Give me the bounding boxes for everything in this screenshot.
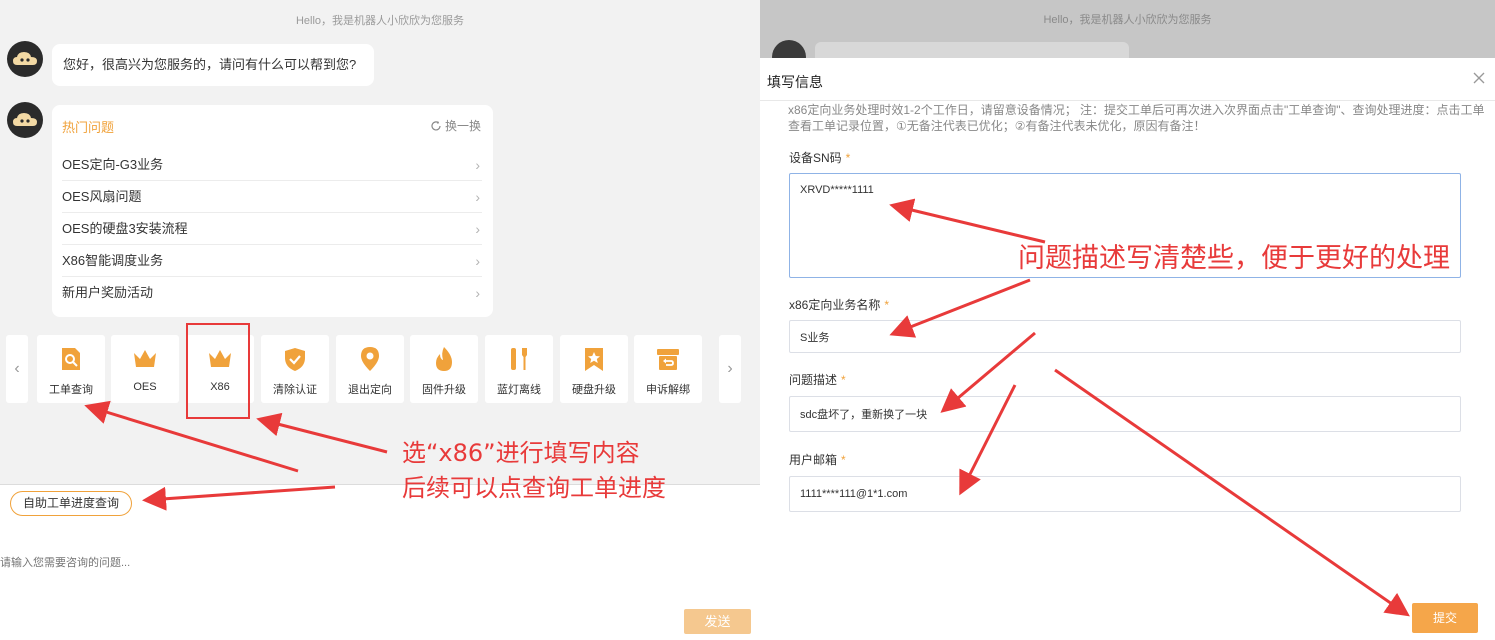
annotation-left: 选“x86”进行填写内容 后续可以点查询工单进度 — [402, 436, 666, 506]
hot-questions-title: 热门问题 — [62, 120, 115, 135]
crown-icon — [134, 350, 156, 367]
chevron-right-icon: › — [475, 253, 480, 269]
tile-label: 退出定向 — [348, 384, 392, 396]
form-panel: Hello，我是机器人小欣欣为您服务 填写信息 x86定向业务处理时效1-2个工… — [760, 0, 1495, 640]
tile-label: 固件升级 — [422, 384, 466, 396]
hot-question-label: OES风扇问题 — [62, 189, 142, 204]
required-mark: * — [884, 298, 890, 312]
email-label: 用户邮箱 * — [789, 451, 846, 468]
business-name-value: S业务 — [800, 331, 830, 344]
required-mark: * — [841, 373, 846, 387]
hot-question-label: 新用户奖励活动 — [62, 285, 154, 300]
quick-service-bar: ‹ 工单查询 OES X86 清除认证 退出定向 固件升级 蓝灯离线 硬盘升级 … — [6, 335, 742, 403]
field-label-text: 用户邮箱 — [789, 453, 838, 467]
chevron-right-icon: › — [475, 221, 480, 237]
annotation-line: 选“x86”进行填写内容 — [402, 439, 640, 467]
tile-exit-targeting[interactable]: 退出定向 — [336, 335, 404, 403]
close-icon[interactable] — [1471, 70, 1487, 86]
required-mark: * — [845, 151, 851, 165]
chevron-right-icon: › — [475, 157, 480, 173]
business-name-label: x86定向业务名称 * — [789, 296, 889, 313]
order-search-icon — [62, 348, 80, 370]
bot-avatar — [7, 41, 43, 77]
hot-question-item[interactable]: X86智能调度业务 › — [62, 245, 482, 277]
tile-firmware-upgrade[interactable]: 固件升级 — [410, 335, 478, 403]
description-label: 问题描述 * — [789, 371, 846, 388]
cloud-robot-icon — [13, 113, 37, 126]
hot-question-label: X86智能调度业务 — [62, 253, 164, 268]
tile-label: 蓝灯离线 — [497, 384, 541, 396]
submit-button[interactable]: 提交 — [1412, 603, 1478, 633]
tile-appeal-unbind[interactable]: 申诉解绑 — [634, 335, 702, 403]
chevron-right-icon: › — [475, 189, 480, 205]
tile-label: 申诉解绑 — [646, 384, 690, 396]
required-mark: * — [841, 453, 846, 467]
tile-blue-light-offline[interactable]: 蓝灯离线 — [485, 335, 553, 403]
refresh-icon — [431, 120, 441, 130]
form-notice: x86定向业务处理时效1-2个工作日，请留意设备情况； 注：提交工单后可再次进入… — [788, 103, 1485, 133]
welcome-message: 您好，很高兴为您服务的，请问有什么可以帮到您? — [52, 44, 374, 86]
chat-panel: Hello，我是机器人小欣欣为您服务 您好，很高兴为您服务的，请问有什么可以帮到… — [0, 0, 760, 640]
x86-highlight-box — [186, 323, 250, 419]
flame-icon — [436, 347, 452, 371]
tile-label: 清除认证 — [273, 384, 317, 396]
shield-check-icon — [285, 348, 305, 371]
business-name-input[interactable]: S业务 — [789, 320, 1461, 353]
refresh-label: 换一换 — [444, 119, 481, 133]
self-service-progress-button[interactable]: 自助工单进度查询 — [10, 491, 133, 516]
tile-oes[interactable]: OES — [111, 335, 179, 403]
return-box-icon — [657, 349, 679, 370]
annotation-line: 后续可以点查询工单进度 — [402, 474, 666, 502]
refresh-button[interactable]: 换一换 — [430, 117, 481, 134]
chat-greeting: Hello，我是机器人小欣欣为您服务 — [295, 15, 465, 27]
field-label-text: 设备SN码 — [789, 151, 842, 165]
hot-question-item[interactable]: OES的硬盘3安装流程 › — [62, 213, 482, 245]
scroll-right-button[interactable]: › — [719, 335, 741, 403]
send-button[interactable]: 发送 — [684, 609, 751, 634]
sn-label: 设备SN码 * — [789, 149, 850, 166]
star-badge-icon — [585, 348, 603, 371]
hot-question-label: OES定向-G3业务 — [62, 157, 164, 172]
chat-greeting: Hello，我是机器人小欣欣为您服务 — [1043, 14, 1212, 26]
hot-question-item[interactable]: OES风扇问题 › — [62, 181, 482, 213]
chat-input[interactable] — [0, 528, 740, 598]
description-input[interactable]: sdc盘坏了，重新换了一块 — [789, 396, 1461, 432]
tile-label: OES — [133, 381, 157, 393]
tile-label: 工单查询 — [49, 384, 93, 396]
bot-avatar — [7, 102, 43, 138]
tile-order-query[interactable]: 工单查询 — [37, 335, 105, 403]
modal-title: 填写信息 — [767, 74, 823, 90]
location-pin-icon — [361, 347, 379, 371]
description-value: sdc盘坏了，重新换了一块 — [800, 409, 928, 421]
sn-value: XRVD*****1111 — [800, 184, 874, 196]
email-input[interactable]: 1111****111@1*1.com — [789, 476, 1461, 512]
tile-clear-auth[interactable]: 清除认证 — [261, 335, 329, 403]
field-label-text: 问题描述 — [789, 373, 838, 387]
field-label-text: x86定向业务名称 — [789, 298, 881, 312]
tile-label: 硬盘升级 — [572, 384, 616, 396]
hot-questions-card: 热门问题 换一换 OES定向-G3业务 › OES风扇问题 › OES的硬盘3安装流… — [52, 105, 493, 317]
tools-icon — [511, 348, 527, 370]
fill-info-modal: 填写信息 x86定向业务处理时效1-2个工作日，请留意设备情况； 注：提交工单后… — [760, 58, 1495, 640]
dimmed-chat-backdrop: Hello，我是机器人小欣欣为您服务 — [760, 0, 1495, 74]
chevron-right-icon: › — [475, 285, 480, 301]
modal-divider — [760, 100, 1495, 101]
email-value: 1111****111@1*1.com — [800, 488, 908, 500]
hot-question-item[interactable]: 新用户奖励活动 › — [62, 277, 482, 309]
hot-question-label: OES的硬盘3安装流程 — [62, 221, 188, 236]
tile-disk-upgrade[interactable]: 硬盘升级 — [560, 335, 628, 403]
scroll-left-button[interactable]: ‹ — [6, 335, 28, 403]
hot-question-item[interactable]: OES定向-G3业务 › — [62, 149, 482, 181]
annotation-right: 问题描述写清楚些，便于更好的处理 — [1018, 243, 1450, 274]
hot-question-list: OES定向-G3业务 › OES风扇问题 › OES的硬盘3安装流程 › X86智能调… — [62, 149, 482, 309]
cloud-robot-icon — [13, 52, 37, 65]
